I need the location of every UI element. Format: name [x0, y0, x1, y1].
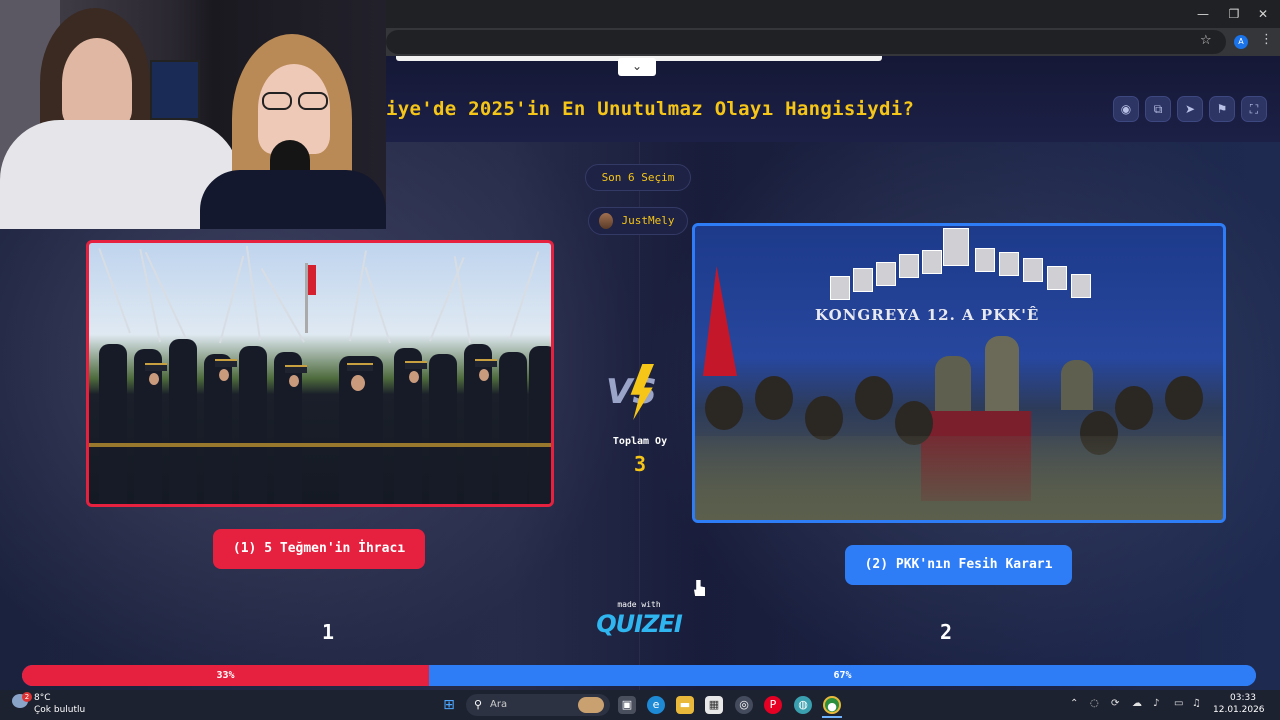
quiz-title: iye'de 2025'in En Unutulmaz Olayı Hangis… — [386, 98, 915, 120]
round-label: Son 6 Seçim — [601, 171, 675, 184]
weather-desc: Çok bulutlu — [34, 705, 86, 715]
choice-2-label: (2) PKK'nın Fesih Kararı — [864, 557, 1053, 572]
search-highlight-icon — [578, 697, 604, 713]
choice-2-image[interactable]: KONGREYA 12. A PKK'Ê — [692, 223, 1226, 523]
store-icon[interactable]: ▦ — [705, 696, 723, 714]
tray-cloud-icon[interactable]: ☁ — [1132, 698, 1142, 709]
flag-shape — [703, 266, 737, 376]
globe-icon[interactable]: ◍ — [794, 696, 812, 714]
tray-chevron-icon[interactable]: ⌃ — [1070, 698, 1078, 709]
pinterest-icon[interactable]: P — [764, 696, 782, 714]
webcam-overlay — [0, 0, 386, 229]
choice-1-percent: 33% — [216, 670, 235, 681]
task-view-icon[interactable]: ▣ — [618, 696, 636, 714]
screen: — ❐ ✕ ☆ A ⋮ ⌄ iye'de 2025'in En Unutulma… — [0, 0, 1280, 720]
chrome-icon[interactable]: ● — [823, 696, 841, 714]
tray-app-icon[interactable]: ◌ — [1090, 698, 1099, 709]
quizei-logo[interactable]: QUIZEI — [594, 610, 684, 638]
active-app-indicator — [822, 716, 842, 718]
player-avatar — [599, 213, 613, 229]
search-placeholder: Ara — [490, 699, 508, 710]
choice-2-percent: 67% — [833, 670, 852, 681]
profile-avatar[interactable]: A — [1234, 35, 1248, 49]
chevron-down-icon[interactable]: ⌄ — [618, 58, 656, 76]
choice-1-label: (1) 5 Teğmen'in İhracı — [232, 541, 406, 556]
send-icon[interactable]: ➤ — [1177, 96, 1203, 122]
choice-1-image[interactable] — [86, 240, 554, 507]
taskbar — [0, 690, 1280, 720]
weather-temp: 8°C — [34, 693, 51, 703]
made-with-label: made with — [617, 600, 661, 609]
player-name: JustMely — [621, 214, 675, 227]
share-icon[interactable]: ⧉ — [1145, 96, 1171, 122]
address-bar[interactable] — [386, 30, 1226, 54]
vote-result-bar: 33% 67% — [22, 665, 1256, 686]
choice-1-votes: 1 — [322, 620, 335, 644]
kebab-icon[interactable]: ⋮ — [1260, 32, 1273, 47]
photo-banner-text: KONGREYA 12. A PKK'Ê — [815, 306, 1040, 324]
choice-2-button[interactable]: (2) PKK'nın Fesih Kararı — [845, 545, 1072, 585]
vs-badge: VS — [606, 364, 672, 422]
total-votes-value: 3 — [633, 452, 647, 476]
windows-start-icon[interactable]: ⊞ — [440, 696, 458, 714]
choice-1-button[interactable]: (1) 5 Teğmen'in İhracı — [213, 529, 425, 569]
search-icon: ⚲ — [474, 698, 483, 711]
choice-1-share-bar: 33% — [22, 665, 429, 686]
flag-icon[interactable]: ⚑ — [1209, 96, 1235, 122]
close-button[interactable]: ✕ — [1246, 4, 1280, 24]
tray-sync-icon[interactable]: ⟳ — [1111, 698, 1119, 709]
file-explorer-icon[interactable]: ▬ — [676, 696, 694, 714]
clock-time[interactable]: 03:33 — [1230, 693, 1256, 703]
fullscreen-icon[interactable]: ⛶ — [1241, 96, 1267, 122]
eye-icon[interactable]: ◉ — [1113, 96, 1139, 122]
clock-date[interactable]: 12.01.2026 — [1213, 705, 1265, 715]
weather-badge: 2 — [22, 692, 32, 702]
choice-2-share-bar: 67% — [429, 665, 1256, 686]
player-badge: JustMely — [588, 207, 688, 235]
total-votes-label: Toplam Oy — [612, 436, 668, 447]
star-icon[interactable]: ☆ — [1200, 33, 1212, 48]
tray-volume-icon[interactable]: ♫ — [1192, 698, 1201, 709]
minimize-button[interactable]: — — [1186, 4, 1220, 24]
tray-network-icon[interactable]: ▭ — [1174, 698, 1183, 709]
round-badge: Son 6 Seçim — [585, 164, 691, 191]
choice-2-votes: 2 — [940, 620, 953, 644]
edge-icon[interactable]: e — [647, 696, 665, 714]
tray-mic-icon[interactable]: ♪ — [1153, 698, 1159, 709]
app-icon[interactable]: ◎ — [735, 696, 753, 714]
taskbar-search[interactable]: ⚲ Ara — [466, 694, 610, 716]
